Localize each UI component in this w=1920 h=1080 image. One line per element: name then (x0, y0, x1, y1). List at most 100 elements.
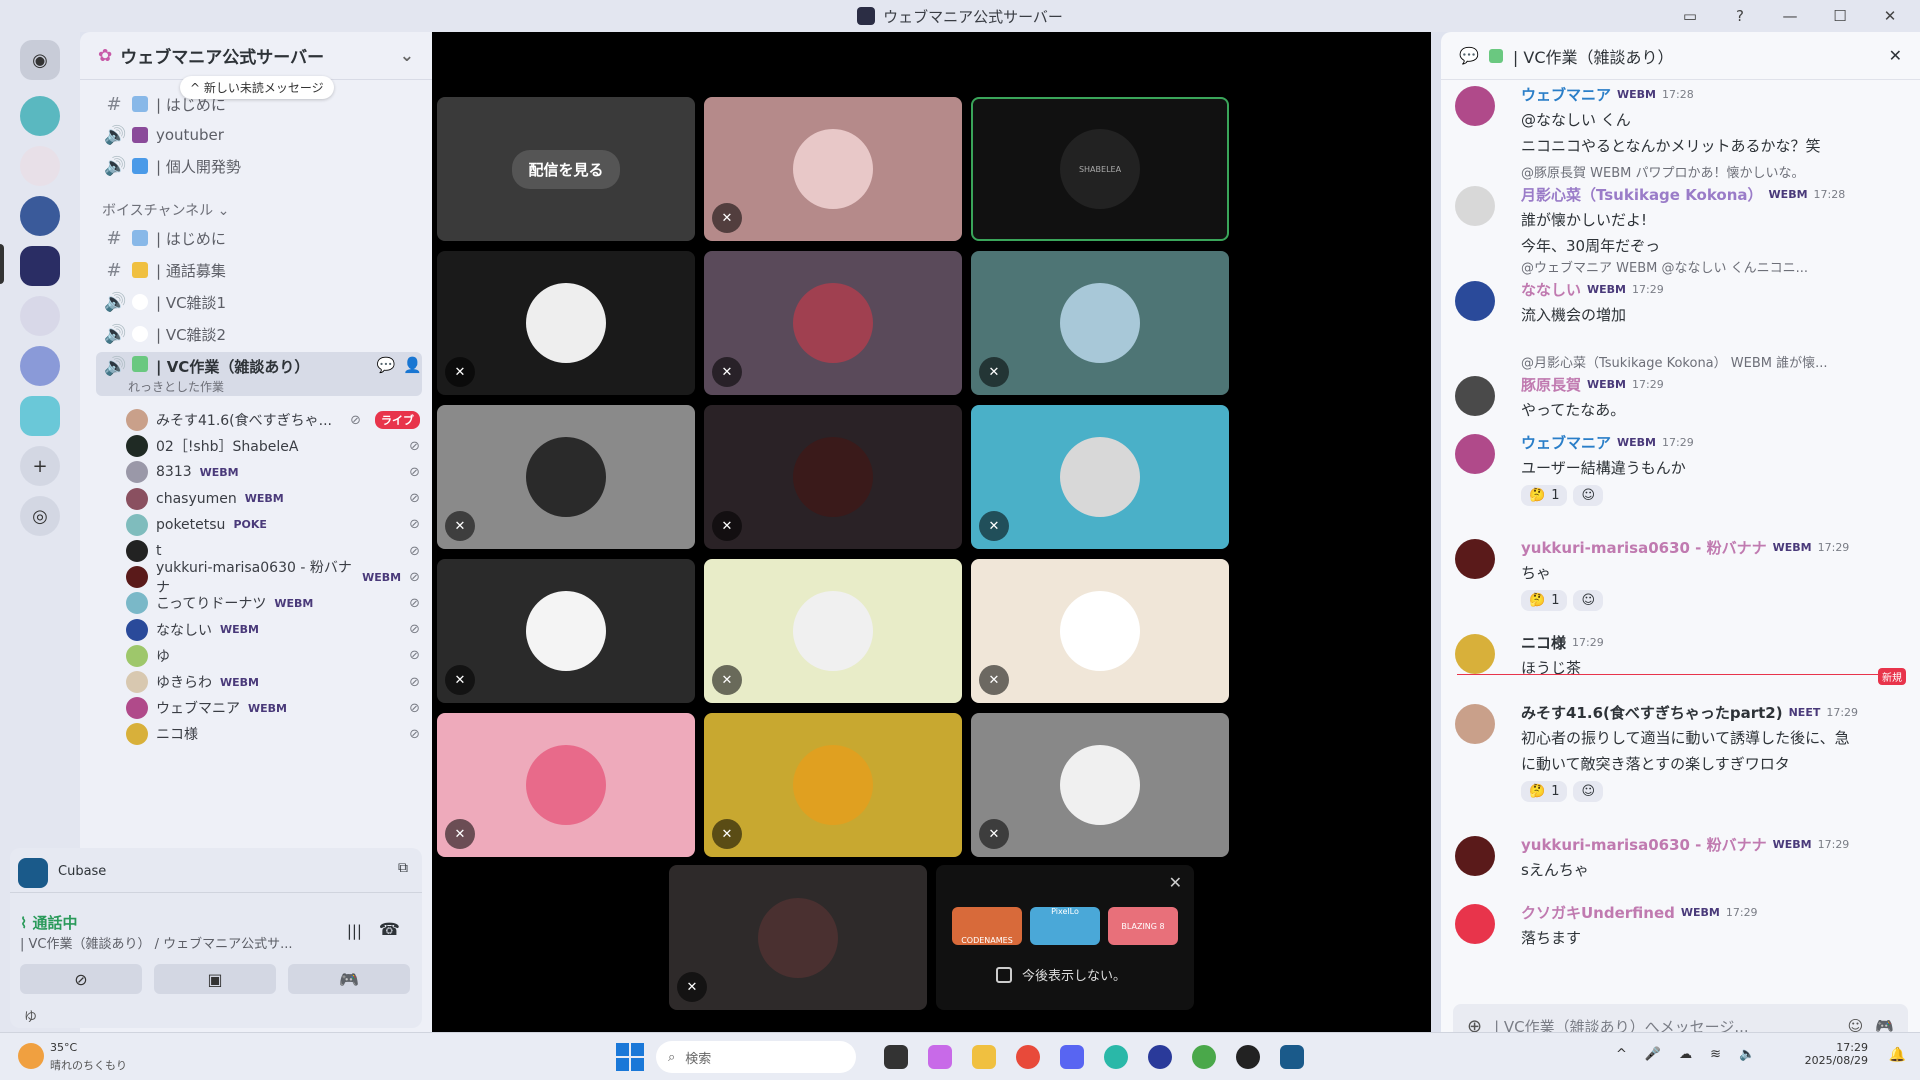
author-name[interactable]: ななしい (1521, 279, 1581, 300)
game-blazing8[interactable]: BLAZING 8 (1108, 907, 1178, 945)
game-pixello[interactable]: PixelLo (1030, 907, 1100, 945)
reaction[interactable]: 🤔 1 (1521, 590, 1568, 611)
watch-stream-button[interactable]: 配信を見る (512, 149, 620, 189)
avatar[interactable] (1455, 539, 1495, 579)
voice-member[interactable]: 02［!shb］ShabeleA ⊘ (126, 432, 420, 460)
server-icon[interactable] (20, 146, 60, 186)
server-icon[interactable] (20, 296, 60, 336)
avatar[interactable] (1455, 376, 1495, 416)
minimize-button[interactable]: — (1778, 7, 1802, 25)
weather-icon[interactable] (18, 1043, 44, 1069)
reply-preview[interactable]: @月影心菜（Tsukikage Kokona） WEBM 誰が懐... (1521, 352, 1890, 371)
checkbox[interactable] (996, 966, 1012, 983)
channel-item[interactable]: # | 通話募集 (96, 254, 422, 286)
chrome-icon[interactable] (1016, 1045, 1040, 1069)
screen-share-button[interactable]: ▣ (154, 964, 276, 994)
participant-tile[interactable]: ✕ (704, 405, 962, 549)
author-name[interactable]: みそす41.6(食べすぎちゃったpart2) (1521, 702, 1783, 723)
media-player-icon[interactable] (1236, 1045, 1260, 1069)
system-tray[interactable]: ^ 🎤 ☁ ≋ 🔈 (1616, 1047, 1755, 1062)
author-name[interactable]: ウェブマニア (1521, 432, 1611, 453)
channel-item[interactable]: # | はじめに (96, 222, 422, 254)
voice-member[interactable]: yukkuri-marisa0630 - 粉バナナ WEBM ⊘ (126, 560, 420, 596)
camera-off-button[interactable]: ⊘ (20, 964, 142, 994)
voice-member[interactable]: ウェブマニア WEBM ⊘ (126, 694, 420, 722)
dont-show-checkbox[interactable]: 今後表示しない。 (996, 965, 1126, 984)
author-name[interactable]: クソガキUnderfined (1521, 902, 1675, 923)
discord-icon[interactable] (1060, 1045, 1084, 1069)
author-name[interactable]: 豚原長賀 (1521, 374, 1581, 395)
channel-item[interactable]: 🔊 | 個人開発勢 (96, 150, 422, 182)
reaction[interactable]: 🤔 1 (1521, 781, 1568, 802)
author-name[interactable]: yukkuri-marisa0630 - 粉バナナ (1521, 834, 1767, 855)
participant-tile[interactable]: ✕ (704, 251, 962, 395)
inbox-icon[interactable]: ▭ (1678, 7, 1702, 25)
server-icon[interactable] (20, 346, 60, 386)
avatar[interactable] (1455, 434, 1495, 474)
add-reaction-icon[interactable]: ☺ (1573, 485, 1604, 506)
author-name[interactable]: ニコ様 (1521, 632, 1566, 653)
edge-icon[interactable] (1104, 1045, 1128, 1069)
voice-member[interactable]: みそす41.6(食べすぎちゃ... ⊘ ライブ (126, 406, 420, 434)
author-name[interactable]: yukkuri-marisa0630 - 粉バナナ (1521, 537, 1767, 558)
avatar[interactable] (1455, 186, 1495, 226)
cubase-icon[interactable] (1280, 1045, 1304, 1069)
server-icon-active[interactable] (20, 246, 60, 286)
discord-home-icon[interactable]: ◉ (20, 40, 60, 80)
participant-tile[interactable]: ✕ (971, 559, 1229, 703)
notification-icon[interactable]: 🔔 (1889, 1047, 1906, 1063)
help-icon[interactable]: ? (1728, 7, 1752, 25)
chevron-up-icon[interactable]: ^ (1616, 1047, 1627, 1062)
search-box[interactable]: ⌕ 検索 (656, 1041, 856, 1073)
discover-icon[interactable]: ◎ (20, 496, 60, 536)
reaction[interactable]: 🤔 1 (1521, 485, 1568, 506)
participant-tile[interactable]: ✕ (669, 865, 927, 1010)
voice-member[interactable]: chasyumen WEBM ⊘ (126, 485, 420, 513)
game-codenames[interactable]: CODENAMES (952, 907, 1022, 945)
voice-member[interactable]: ニコ様 ⊘ (126, 720, 420, 748)
avatar[interactable] (1455, 281, 1495, 321)
voice-category[interactable]: ボイスチャンネル ⌄ (102, 200, 229, 220)
voice-waveform-icon[interactable]: ||| (347, 922, 362, 940)
participant-tile[interactable]: ✕ (971, 405, 1229, 549)
participant-tile[interactable]: SHABELEA (971, 97, 1229, 241)
voice-member[interactable]: 8313 WEBM ⊘ (126, 458, 420, 486)
participant-tile[interactable]: ✕ (437, 713, 695, 857)
task-view-icon[interactable] (884, 1045, 908, 1069)
participant-tile[interactable]: ✕ (704, 713, 962, 857)
clock[interactable]: 17:29 2025/08/29 (1805, 1041, 1868, 1067)
activity-settings-icon[interactable]: ⧉ (398, 860, 408, 876)
voice-member[interactable]: こってりドーナツ WEBM ⊘ (126, 589, 420, 617)
participant-tile[interactable]: ✕ (704, 559, 962, 703)
participant-tile[interactable]: 配信を見る (437, 97, 695, 241)
explorer-icon[interactable] (972, 1045, 996, 1069)
close-icon[interactable]: ✕ (1169, 873, 1182, 892)
participant-tile[interactable]: ✕ (437, 405, 695, 549)
voice-member[interactable]: poketetsu POKE ⊘ (126, 511, 420, 539)
avatar[interactable] (1455, 86, 1495, 126)
mic-icon[interactable]: 🎤 (1645, 1047, 1661, 1062)
app-icon[interactable] (1148, 1045, 1172, 1069)
participant-tile[interactable]: ✕ (971, 713, 1229, 857)
server-icon[interactable] (20, 96, 60, 136)
participant-tile[interactable]: ✕ (704, 97, 962, 241)
voice-member[interactable]: ゆきらわ WEBM ⊘ (126, 668, 420, 696)
avatar[interactable] (1455, 904, 1495, 944)
participant-tile[interactable]: ✕ (437, 559, 695, 703)
onedrive-icon[interactable]: ☁ (1679, 1047, 1692, 1062)
author-name[interactable]: ウェブマニア (1521, 84, 1611, 105)
voice-member[interactable]: ゆ ⊘ (126, 642, 420, 670)
start-icon[interactable] (616, 1043, 644, 1071)
chrome-canary-icon[interactable] (1192, 1045, 1216, 1069)
close-icon[interactable]: ✕ (1889, 46, 1902, 65)
server-header[interactable]: ✿ ウェブマニア公式サーバー ⌄ (80, 32, 432, 80)
channel-item[interactable]: 🔊 | VC雑談1 (96, 286, 422, 318)
server-icon[interactable] (20, 396, 60, 436)
add-reaction-icon[interactable]: ☺ (1573, 781, 1604, 802)
add-reaction-icon[interactable]: ☺ (1573, 590, 1604, 611)
volume-icon[interactable]: 🔈 (1739, 1047, 1755, 1062)
avatar[interactable] (1455, 634, 1495, 674)
copilot-icon[interactable] (928, 1045, 952, 1069)
voice-member[interactable]: ななしい WEBM ⊘ (126, 616, 420, 644)
wifi-icon[interactable]: ≋ (1710, 1047, 1721, 1062)
